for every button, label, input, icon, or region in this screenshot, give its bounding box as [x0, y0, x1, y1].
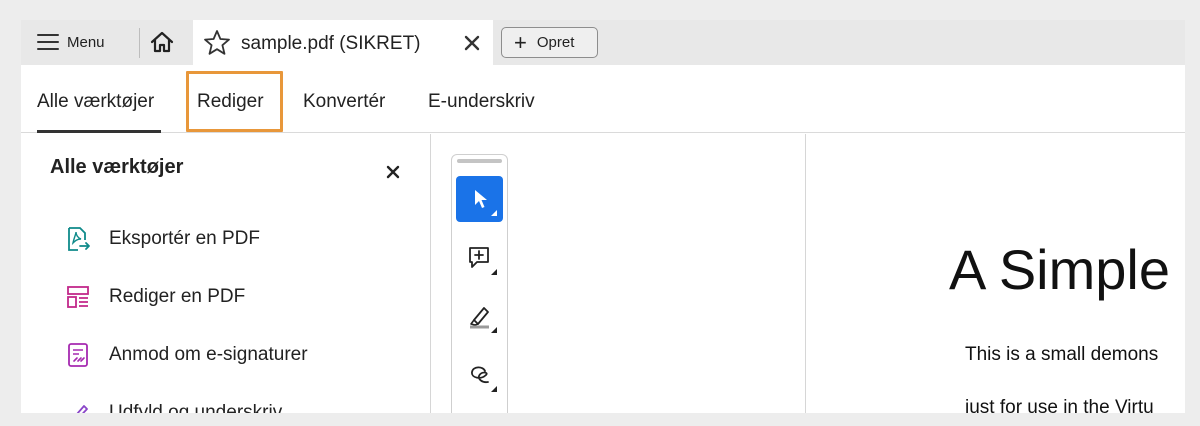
- new-tab-button[interactable]: + Opret: [501, 27, 598, 58]
- submenu-indicator: [491, 327, 497, 333]
- app-window: Menu sample.pdf (SIKRET) + Opret Alle væ…: [21, 20, 1185, 413]
- fill-sign-icon: [65, 400, 91, 413]
- tab-convert[interactable]: Konvertér: [303, 91, 385, 113]
- document-heading: A Simple: [949, 238, 1170, 301]
- tool-navigation: Alle værktøjer Rediger Konvertér E-under…: [21, 65, 1185, 133]
- toolbar-divider: [139, 28, 140, 58]
- document-tab-title: sample.pdf (SIKRET): [241, 33, 421, 54]
- active-tab-indicator: [37, 130, 161, 133]
- tool-edit-pdf[interactable]: Rediger en PDF: [65, 282, 405, 312]
- tool-item-label: Eksportér en PDF: [109, 228, 260, 249]
- tool-export-pdf[interactable]: Eksportér en PDF: [65, 224, 405, 254]
- document-text-line: just for use in the Virtu: [965, 397, 1154, 413]
- submenu-indicator: [491, 386, 497, 392]
- document-text-line: This is a small demons: [965, 344, 1159, 365]
- submenu-indicator: [491, 210, 497, 216]
- draw-tool-button[interactable]: [456, 352, 503, 398]
- tool-item-label: Anmod om e-signaturer: [109, 344, 308, 365]
- tab-e-sign[interactable]: E-underskriv: [428, 91, 535, 113]
- edit-pdf-icon: [65, 284, 91, 310]
- plus-icon: +: [514, 29, 527, 55]
- add-comment-icon: [468, 247, 489, 268]
- tool-item-label: Rediger en PDF: [109, 286, 246, 307]
- home-button[interactable]: [145, 26, 179, 58]
- export-pdf-icon: [65, 226, 91, 252]
- tool-request-esignatures[interactable]: Anmod om e-signaturer: [65, 340, 405, 370]
- cursor-icon: [474, 190, 487, 208]
- submenu-indicator: [491, 269, 497, 275]
- star-icon[interactable]: [203, 29, 231, 61]
- document-canvas[interactable]: A Simple This is a small demons just for…: [807, 134, 1185, 413]
- highlight-tool-button[interactable]: [456, 293, 503, 339]
- all-tools-panel: Alle værktøjer Eksportér en PDF Rediger …: [21, 134, 431, 413]
- title-tab-bar: Menu sample.pdf (SIKRET) + Opret: [21, 20, 1185, 65]
- home-icon: [150, 31, 174, 53]
- tool-fill-and-sign[interactable]: Udfyld og underskriv: [65, 398, 405, 413]
- add-comment-button[interactable]: [456, 235, 503, 281]
- close-icon: [464, 35, 480, 51]
- document-tab[interactable]: sample.pdf (SIKRET): [193, 20, 493, 65]
- menu-label: Menu: [67, 33, 105, 51]
- close-icon: [386, 165, 400, 179]
- select-tool-button[interactable]: [456, 176, 503, 222]
- tab-all-tools[interactable]: Alle værktøjer: [37, 91, 154, 113]
- close-tab-button[interactable]: [461, 32, 483, 54]
- drag-handle[interactable]: [457, 159, 502, 163]
- hamburger-icon: [37, 34, 59, 50]
- quick-tools-bar: [451, 154, 508, 413]
- highlighter-icon: [469, 307, 489, 329]
- freehand-draw-icon: [470, 366, 489, 384]
- request-esign-icon: [65, 342, 91, 368]
- highlight-box: [186, 71, 283, 132]
- new-button-label: Opret: [536, 34, 575, 51]
- tool-item-label: Udfyld og underskriv: [109, 402, 283, 413]
- quick-tools-area: [432, 134, 806, 413]
- panel-title: Alle værktøjer: [50, 156, 184, 178]
- close-panel-button[interactable]: [381, 160, 405, 184]
- menu-button[interactable]: Menu: [27, 26, 137, 58]
